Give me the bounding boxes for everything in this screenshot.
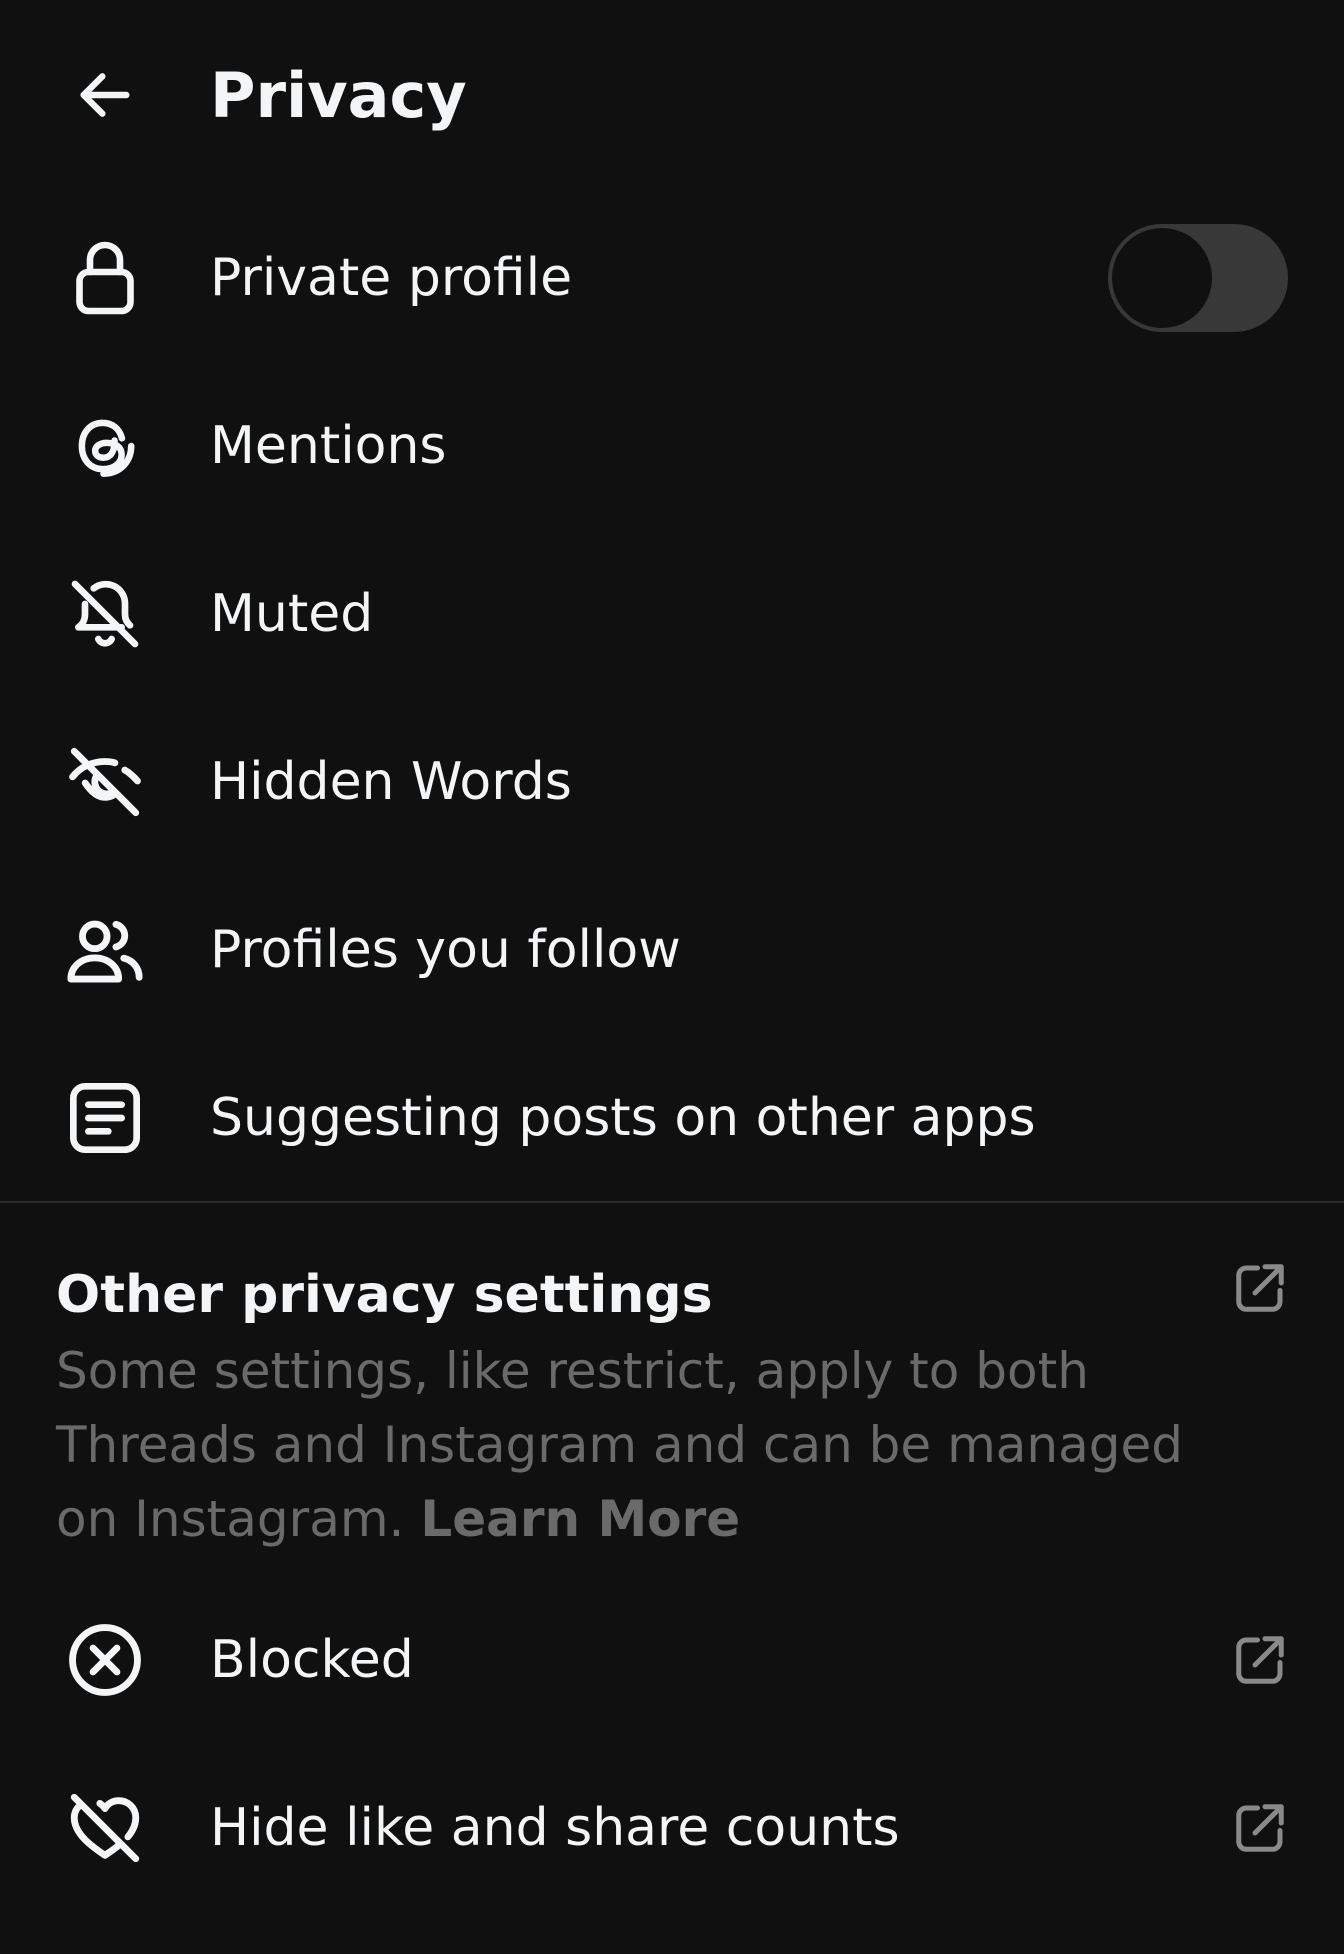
suggesting-posts-label: Suggesting posts on other apps (210, 1088, 1036, 1148)
suggesting-posts-row[interactable]: Suggesting posts on other apps (0, 1034, 1344, 1202)
muted-label: Muted (210, 584, 374, 644)
circle-x-icon (60, 1620, 150, 1700)
people-icon (60, 910, 150, 990)
heart-off-icon (60, 1788, 150, 1868)
other-privacy-settings[interactable]: Other privacy settings Some settings, li… (0, 1240, 1344, 1570)
arrow-left-icon (80, 73, 130, 117)
profiles-you-follow-row[interactable]: Profiles you follow (0, 866, 1344, 1034)
toggle-knob (1112, 228, 1212, 328)
lock-icon (60, 238, 150, 318)
header-bar: Privacy (0, 0, 1344, 190)
document-icon (60, 1078, 150, 1158)
hide-like-share-label: Hide like and share counts (210, 1798, 900, 1858)
mentions-label: Mentions (210, 416, 447, 476)
learn-more-link[interactable]: Learn More (420, 1490, 740, 1548)
external-link-icon (1230, 1258, 1290, 1318)
page-title: Privacy (210, 59, 467, 132)
mentions-row[interactable]: Mentions (0, 362, 1344, 530)
bell-off-icon (60, 574, 150, 654)
section-divider (0, 1201, 1344, 1203)
blocked-row[interactable]: Blocked (0, 1576, 1344, 1744)
threads-at-icon (60, 406, 150, 486)
hidden-words-row[interactable]: Hidden Words (0, 698, 1344, 866)
external-link-icon (1230, 1798, 1290, 1858)
other-privacy-description: Some settings, like restrict, apply to b… (56, 1334, 1186, 1556)
private-profile-toggle[interactable] (1108, 224, 1288, 332)
profiles-you-follow-label: Profiles you follow (210, 920, 681, 980)
muted-row[interactable]: Muted (0, 530, 1344, 698)
back-button[interactable] (60, 50, 150, 140)
private-profile-label: Private profile (210, 248, 573, 308)
hide-like-share-row[interactable]: Hide like and share counts (0, 1744, 1344, 1912)
eye-off-icon (60, 742, 150, 822)
external-link-icon (1230, 1630, 1290, 1690)
hidden-words-label: Hidden Words (210, 752, 572, 812)
other-privacy-title: Other privacy settings (56, 1265, 713, 1325)
blocked-label: Blocked (210, 1630, 414, 1690)
